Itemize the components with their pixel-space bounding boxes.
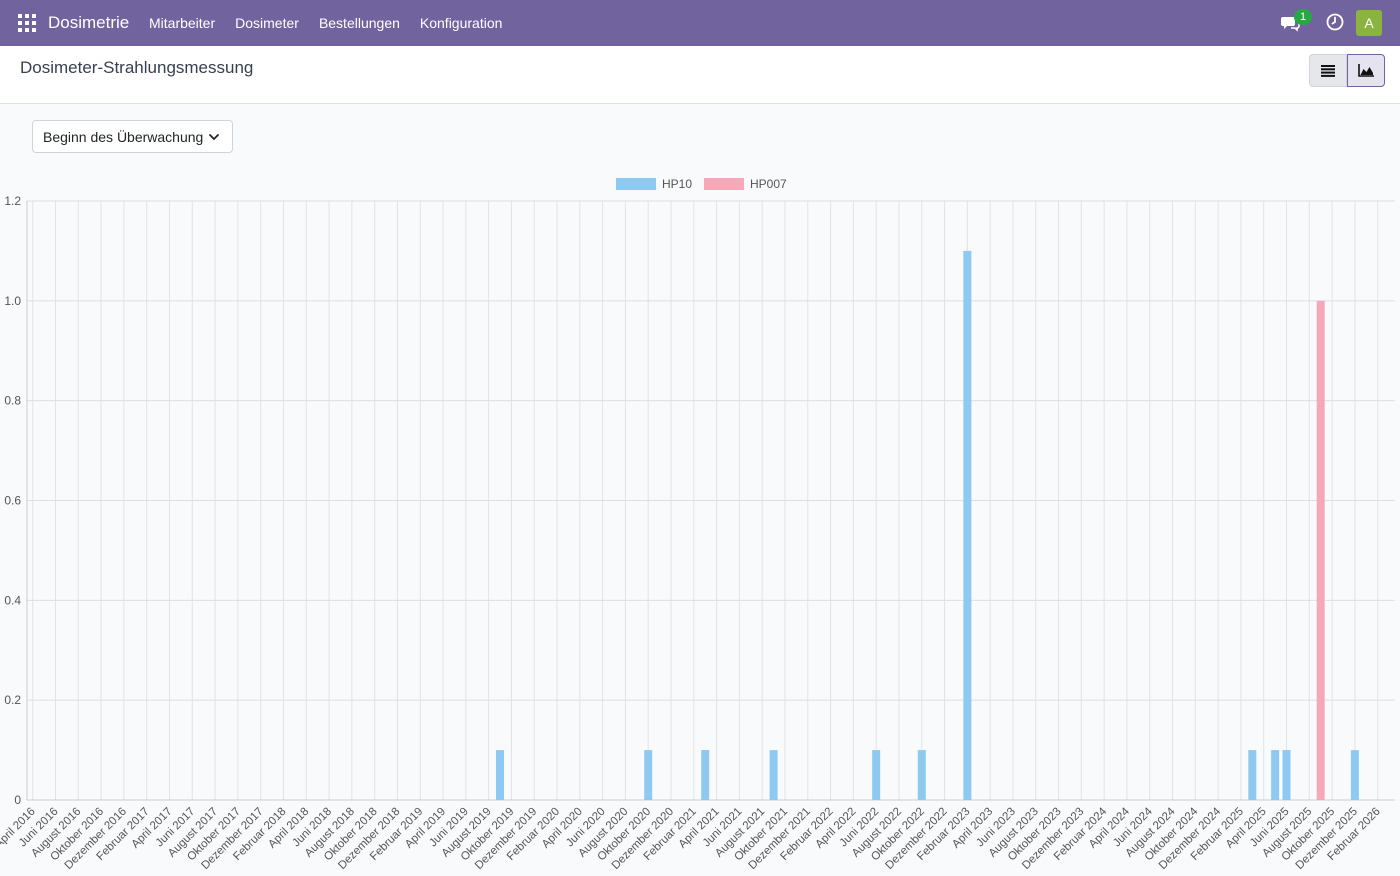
y-tick-label: 0.6: [4, 494, 21, 508]
legend-label-hp10: HP10: [662, 177, 692, 191]
bar-hp10: [1282, 750, 1291, 800]
y-tick-label: 1.0: [4, 294, 21, 308]
groupby-value: Beginn des Überwachungszeitraums: [43, 128, 203, 145]
bar-hp10: [769, 750, 778, 800]
y-tick-label: 0.4: [4, 593, 21, 607]
area-chart-icon: [1358, 64, 1374, 77]
radiation-bar-chart: 00.20.40.60.81.01.2April 2016Juni 2016Au…: [0, 177, 1395, 872]
menu-item-mitarbeiter[interactable]: Mitarbeiter: [149, 15, 215, 31]
bar-hp10: [963, 250, 972, 801]
top-navbar: Dosimetrie Mitarbeiter Dosimeter Bestell…: [0, 0, 1400, 46]
y-tick-label: 0: [14, 793, 21, 807]
bar-hp007: [1316, 300, 1325, 800]
graph-view-button[interactable]: [1347, 54, 1385, 87]
chevron-down-icon: [209, 134, 219, 141]
legend-label-hp007: HP007: [750, 177, 787, 191]
legend-swatch-hp10: [616, 178, 656, 190]
control-panel: Dosimeter-Strahlungsmessung: [0, 46, 1400, 104]
apps-grid-icon[interactable]: [18, 14, 36, 32]
bar-hp10: [1271, 750, 1280, 800]
bar-hp10: [1248, 750, 1257, 800]
list-view-button[interactable]: [1309, 54, 1347, 87]
y-tick-label: 0.2: [4, 693, 21, 707]
view-switcher: [1309, 54, 1385, 87]
menu-item-dosimeter[interactable]: Dosimeter: [235, 15, 299, 31]
app-brand[interactable]: Dosimetrie: [48, 13, 129, 33]
menu-item-konfiguration[interactable]: Konfiguration: [420, 15, 503, 31]
menu-item-bestellungen[interactable]: Bestellungen: [319, 15, 400, 31]
list-icon: [1321, 64, 1335, 77]
user-avatar[interactable]: A: [1356, 10, 1382, 36]
bar-hp10: [496, 750, 505, 800]
y-tick-label: 1.2: [4, 194, 21, 208]
bar-hp10: [644, 750, 653, 800]
bar-hp10: [1350, 750, 1359, 800]
groupby-dropdown[interactable]: Beginn des Überwachungszeitraums: [32, 120, 233, 153]
y-tick-label: 0.8: [4, 394, 21, 408]
main-menu: Mitarbeiter Dosimeter Bestellungen Konfi…: [149, 15, 522, 31]
bar-hp10: [917, 750, 926, 800]
notification-badge: 1: [1294, 9, 1312, 25]
page-title: Dosimeter-Strahlungsmessung: [20, 58, 254, 77]
bar-hp10: [701, 750, 710, 800]
clock-icon[interactable]: [1326, 13, 1344, 31]
legend-swatch-hp007: [704, 178, 744, 190]
bar-hp10: [872, 750, 881, 800]
